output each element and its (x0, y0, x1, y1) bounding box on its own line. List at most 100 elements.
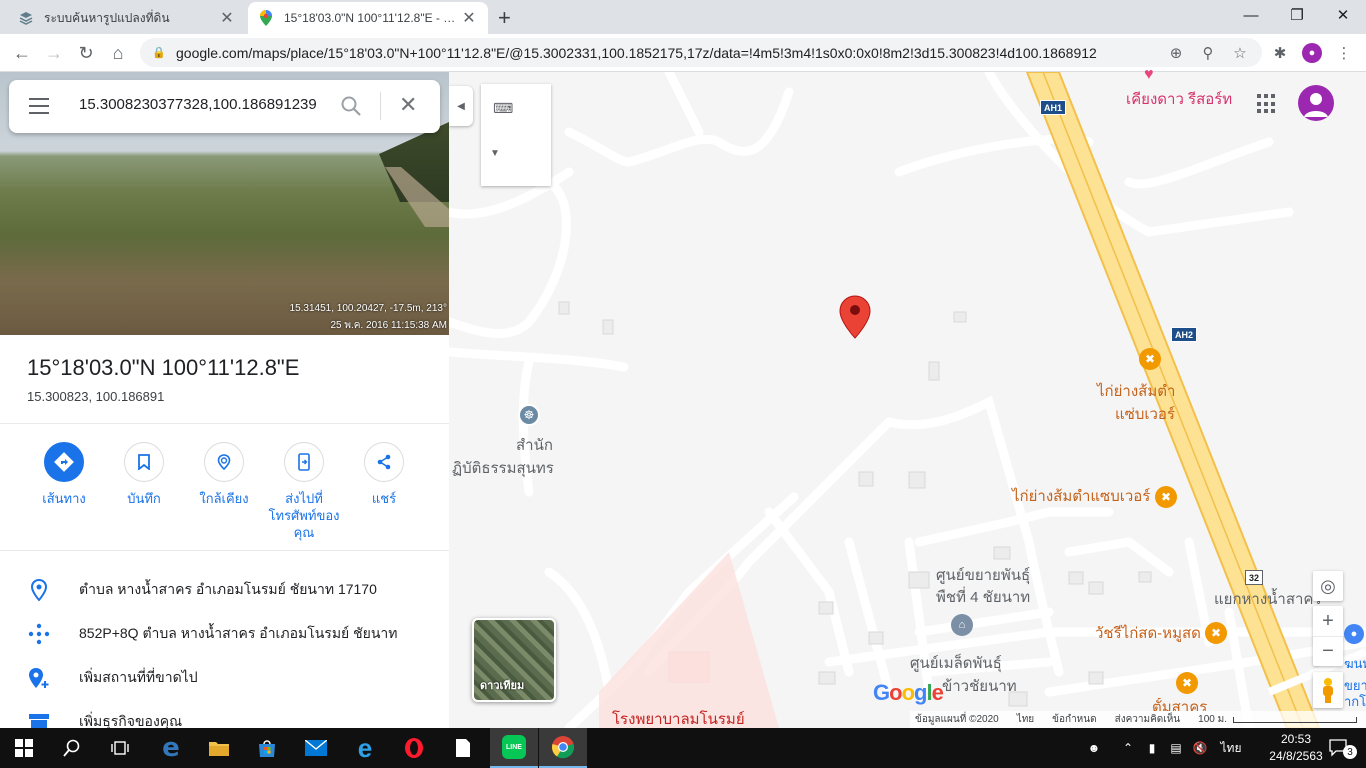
restaurant-marker-icon[interactable]: ✖ (1139, 348, 1161, 370)
language-link[interactable]: ไทย (1017, 712, 1034, 727)
taskbar-search-icon[interactable] (48, 728, 96, 768)
edge-label: ฆนท (1344, 656, 1366, 671)
account-avatar[interactable] (1298, 85, 1334, 121)
map-roads (449, 72, 1366, 728)
pork-shop-label[interactable]: วัชรีไก่สด-หมูสด (1095, 624, 1201, 644)
shop-marker-icon[interactable]: ✖ (1205, 622, 1227, 644)
keyboard-icon[interactable]: ⌨ (493, 100, 513, 117)
close-tab-icon[interactable]: ✕ (460, 8, 478, 28)
ah2-shield: AH2 (1171, 327, 1198, 342)
terms-link[interactable]: ข้อกำหนด (1052, 712, 1096, 727)
tab-google-maps[interactable]: 15°18'03.0"N 100°11'12.8"E - Google ✕ (248, 2, 488, 34)
tray-chevron-up-icon[interactable]: ⌃ (1118, 728, 1138, 768)
plus-code-text: 852P+8Q ตำบล หางน้ำสาคร อำเภอมโนรมย์ ชัย… (79, 625, 398, 641)
address-row[interactable]: ตำบล หางน้ำสาคร อำเภอมโนรมย์ ชัยนาท 1717… (0, 568, 449, 612)
chevron-down-icon[interactable]: ▼ (490, 148, 500, 159)
network-icon[interactable]: ▤ (1166, 728, 1186, 768)
forward-icon[interactable]: → (42, 41, 66, 65)
agri-center-label[interactable]: ศูนย์ขยายพันธุ์ (936, 566, 1030, 586)
new-tab-button[interactable]: + (498, 5, 511, 31)
directions-button[interactable]: เส้นทาง (24, 442, 104, 507)
map-canvas[interactable] (449, 72, 1366, 728)
hamburger-menu-icon[interactable] (29, 98, 49, 114)
install-icon[interactable]: ⊕ (1166, 43, 1186, 63)
store-app-icon[interactable] (243, 728, 291, 768)
apps-grid-icon[interactable] (1257, 94, 1277, 114)
tab-land-search[interactable]: ระบบค้นหารูปแปลงที่ดิน ✕ (8, 2, 246, 34)
satellite-toggle[interactable]: ดาวเทียม (472, 618, 556, 702)
people-icon[interactable]: ☻ (1082, 728, 1106, 768)
place-title: 15°18'03.0"N 100°11'12.8"E (27, 355, 300, 380)
save-button[interactable]: บันทึก (104, 442, 184, 507)
hospital-label[interactable]: โรงพยาบาลมโนรมย์ (612, 710, 745, 728)
restaurant-label[interactable]: ไก่ย่างส้มตำ (1097, 382, 1175, 402)
reload-icon[interactable]: ↻ (74, 41, 98, 65)
file-explorer-icon[interactable] (195, 728, 243, 768)
send-to-phone-button[interactable]: ส่งไปที่โทรศัพท์ของคุณ (264, 442, 344, 541)
bookmark-star-icon[interactable]: ☆ (1230, 43, 1250, 63)
junction-label[interactable]: แยกหางน้ำสาคร (1214, 590, 1322, 610)
home-icon[interactable]: ⌂ (106, 41, 130, 65)
zoom-out-icon[interactable]: − (1313, 636, 1343, 666)
restore-icon[interactable]: ❐ (1274, 0, 1320, 30)
add-missing-place-row[interactable]: เพิ่มสถานที่ที่ขาดไป (0, 656, 449, 700)
seed-center-label-2[interactable]: ข้าวชัยนาท (942, 677, 1017, 697)
temple-marker-icon[interactable]: ☸ (518, 404, 540, 426)
edge-browser-icon[interactable]: e (147, 728, 195, 768)
clear-search-icon[interactable]: ✕ (399, 92, 417, 118)
mail-icon[interactable] (292, 728, 340, 768)
profile-avatar[interactable]: ● (1302, 43, 1322, 63)
temple-label-2[interactable]: ฏิบัติธรรมสุนทร (452, 459, 554, 479)
location-pin-icon[interactable] (839, 295, 871, 339)
resort-label[interactable]: เคียงดาว รีสอร์ท (1126, 90, 1232, 110)
zoom-icon[interactable]: ⚲ (1198, 43, 1218, 63)
shop-label-cut[interactable]: ตั้มสาคร (1152, 698, 1207, 711)
pegman-icon[interactable] (1313, 672, 1343, 708)
search-icon[interactable] (339, 94, 363, 118)
scale-label: 100 ม. (1198, 714, 1227, 725)
extensions-icon[interactable]: ✱ (1270, 43, 1290, 63)
restaurant-marker-icon[interactable]: ✖ (1155, 486, 1177, 508)
restaurant-marker-icon[interactable]: ✖ (1176, 672, 1198, 694)
resort-marker-icon[interactable]: ♥ (1144, 66, 1154, 84)
browser-menu-icon[interactable]: ⋮ (1334, 43, 1354, 63)
chrome-icon[interactable] (539, 728, 587, 768)
back-icon[interactable]: ← (10, 41, 34, 65)
close-tab-icon[interactable]: ✕ (218, 8, 236, 28)
share-button[interactable]: แชร์ (344, 442, 424, 507)
route32-shield: 32 (1245, 570, 1264, 585)
action-center-icon[interactable]: 3 (1318, 728, 1362, 768)
plus-code-row[interactable]: 852P+8Q ตำบล หางน้ำสาคร อำเภอมโนรมย์ ชัย… (0, 612, 449, 656)
agri-center-label-2[interactable]: พืชที่ 4 ชัยนาท (936, 588, 1030, 608)
line-app-icon[interactable]: LINE (490, 728, 538, 768)
volume-muted-icon[interactable]: 🔇 (1190, 728, 1210, 768)
restaurant-label-2[interactable]: แซ่บเวอร์ (1115, 405, 1175, 425)
address-bar[interactable]: 🔒 google.com/maps/place/15°18'03.0"N+100… (140, 38, 1262, 67)
my-location-button[interactable]: ◎ (1313, 571, 1343, 601)
feedback-link[interactable]: ส่งความคิดเห็น (1115, 712, 1181, 727)
collapse-panel-button[interactable]: ◀ (449, 86, 473, 126)
government-marker-icon[interactable]: ⌂ (951, 614, 973, 636)
start-windows-icon[interactable] (0, 728, 48, 768)
edge-marker-icon[interactable]: ● (1344, 624, 1364, 644)
task-view-icon[interactable] (96, 728, 144, 768)
temple-label[interactable]: สำนัก (516, 436, 553, 456)
place-panel: 15.31451, 100.20427, -17.5m, 213° 25 พ.ค… (0, 72, 449, 728)
internet-explorer-icon[interactable]: e (341, 728, 389, 768)
battery-icon[interactable]: ▮ (1142, 728, 1162, 768)
scale-bar[interactable]: 100 ม. (1198, 712, 1357, 727)
seed-center-label[interactable]: ศูนย์เมล็ดพันธุ์ (910, 654, 1002, 674)
search-input[interactable]: 15.3008230377328,100.186891239 (79, 96, 327, 113)
close-window-icon[interactable]: ✕ (1320, 0, 1366, 30)
nearby-button[interactable]: ใกล้เคียง (184, 442, 264, 507)
zoom-in-icon[interactable]: + (1313, 606, 1343, 636)
minimize-icon[interactable]: — (1228, 0, 1274, 30)
photo-coordinates: 15.31451, 100.20427, -17.5m, 213° (289, 303, 447, 314)
add-business-row[interactable]: เพิ่มธุรกิจของคุณ (0, 700, 449, 728)
restaurant-label[interactable]: ไก่ย่างส้มตำแซบเวอร์ (1012, 487, 1150, 507)
opera-icon[interactable] (390, 728, 438, 768)
divider (0, 423, 449, 424)
input-language[interactable]: ไทย (1214, 728, 1248, 768)
notepad-icon[interactable] (439, 728, 487, 768)
add-missing-place-text: เพิ่มสถานที่ที่ขาดไป (79, 669, 198, 685)
